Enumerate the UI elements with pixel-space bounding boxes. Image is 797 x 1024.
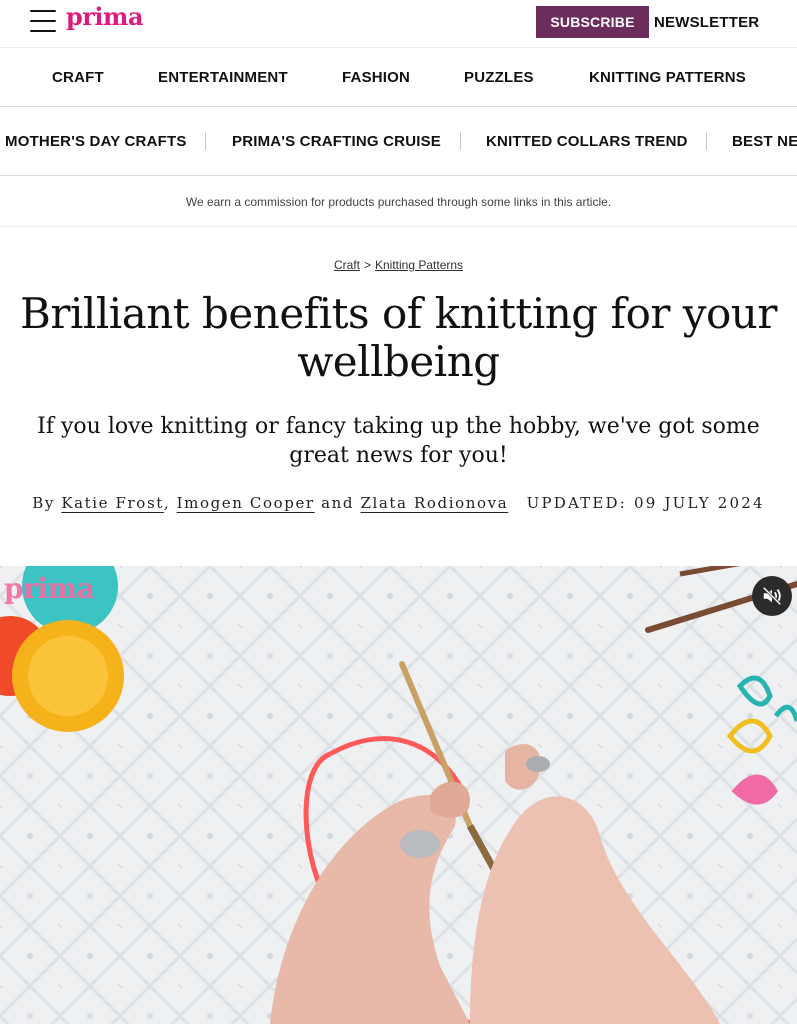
video-frame-image [0, 566, 797, 1024]
breadcrumb-separator: > [363, 258, 371, 272]
author-separator: , [163, 494, 171, 512]
article-title: Brilliant benefits of knitting for your … [20, 289, 777, 386]
article-byline: By Katie Frost, Imogen Cooper and Zlata … [0, 494, 797, 512]
trending-item-best-ne[interactable]: BEST NE [732, 108, 797, 175]
site-header: prima SUBSCRIBE NEWSLETTER [0, 0, 797, 46]
author-link[interactable]: Imogen Cooper [177, 494, 315, 512]
author-link[interactable]: Katie Frost [61, 494, 164, 512]
nav-item-knitting-patterns[interactable]: KNITTING PATTERNS [589, 48, 746, 106]
speaker-muted-icon [762, 586, 782, 606]
author-separator: and [321, 494, 355, 512]
author-link[interactable]: Zlata Rodionova [360, 494, 508, 512]
nav-item-fashion[interactable]: FASHION [342, 48, 410, 106]
nav-item-entertainment[interactable]: ENTERTAINMENT [158, 48, 288, 106]
updated-date: UPDATED: 09 JULY 2024 [526, 494, 765, 512]
main-nav: CRAFT ENTERTAINMENT FASHION PUZZLES KNIT… [0, 47, 797, 107]
trending-divider [205, 132, 206, 150]
trending-item-primas-crafting-cruise[interactable]: PRIMA'S CRAFTING CRUISE [232, 108, 441, 175]
affiliate-disclaimer: We earn a commission for products purcha… [0, 177, 797, 227]
video-watermark: prima [4, 572, 95, 605]
newsletter-link[interactable]: NEWSLETTER [654, 6, 759, 38]
trending-divider [460, 132, 461, 150]
breadcrumb-link-craft[interactable]: Craft [334, 258, 360, 272]
video-player[interactable]: prima [0, 566, 797, 1024]
breadcrumb: Craft > Knitting Patterns [0, 258, 797, 272]
trending-divider [706, 132, 707, 150]
trending-nav: MOTHER'S DAY CRAFTS PRIMA'S CRAFTING CRU… [0, 108, 797, 176]
trending-item-knitted-collars-trend[interactable]: KNITTED COLLARS TREND [486, 108, 688, 175]
menu-icon[interactable] [30, 10, 56, 32]
nav-item-puzzles[interactable]: PUZZLES [464, 48, 534, 106]
byline-prefix: By [32, 494, 55, 512]
nav-item-craft[interactable]: CRAFT [52, 48, 104, 106]
breadcrumb-link-knitting-patterns[interactable]: Knitting Patterns [375, 258, 463, 272]
trending-item-mothers-day-crafts[interactable]: MOTHER'S DAY CRAFTS [5, 108, 187, 175]
site-logo[interactable]: prima [66, 2, 144, 31]
subscribe-button[interactable]: SUBSCRIBE [536, 6, 649, 38]
article-standfirst: If you love knitting or fancy taking up … [37, 414, 760, 468]
mute-button[interactable] [752, 576, 792, 616]
